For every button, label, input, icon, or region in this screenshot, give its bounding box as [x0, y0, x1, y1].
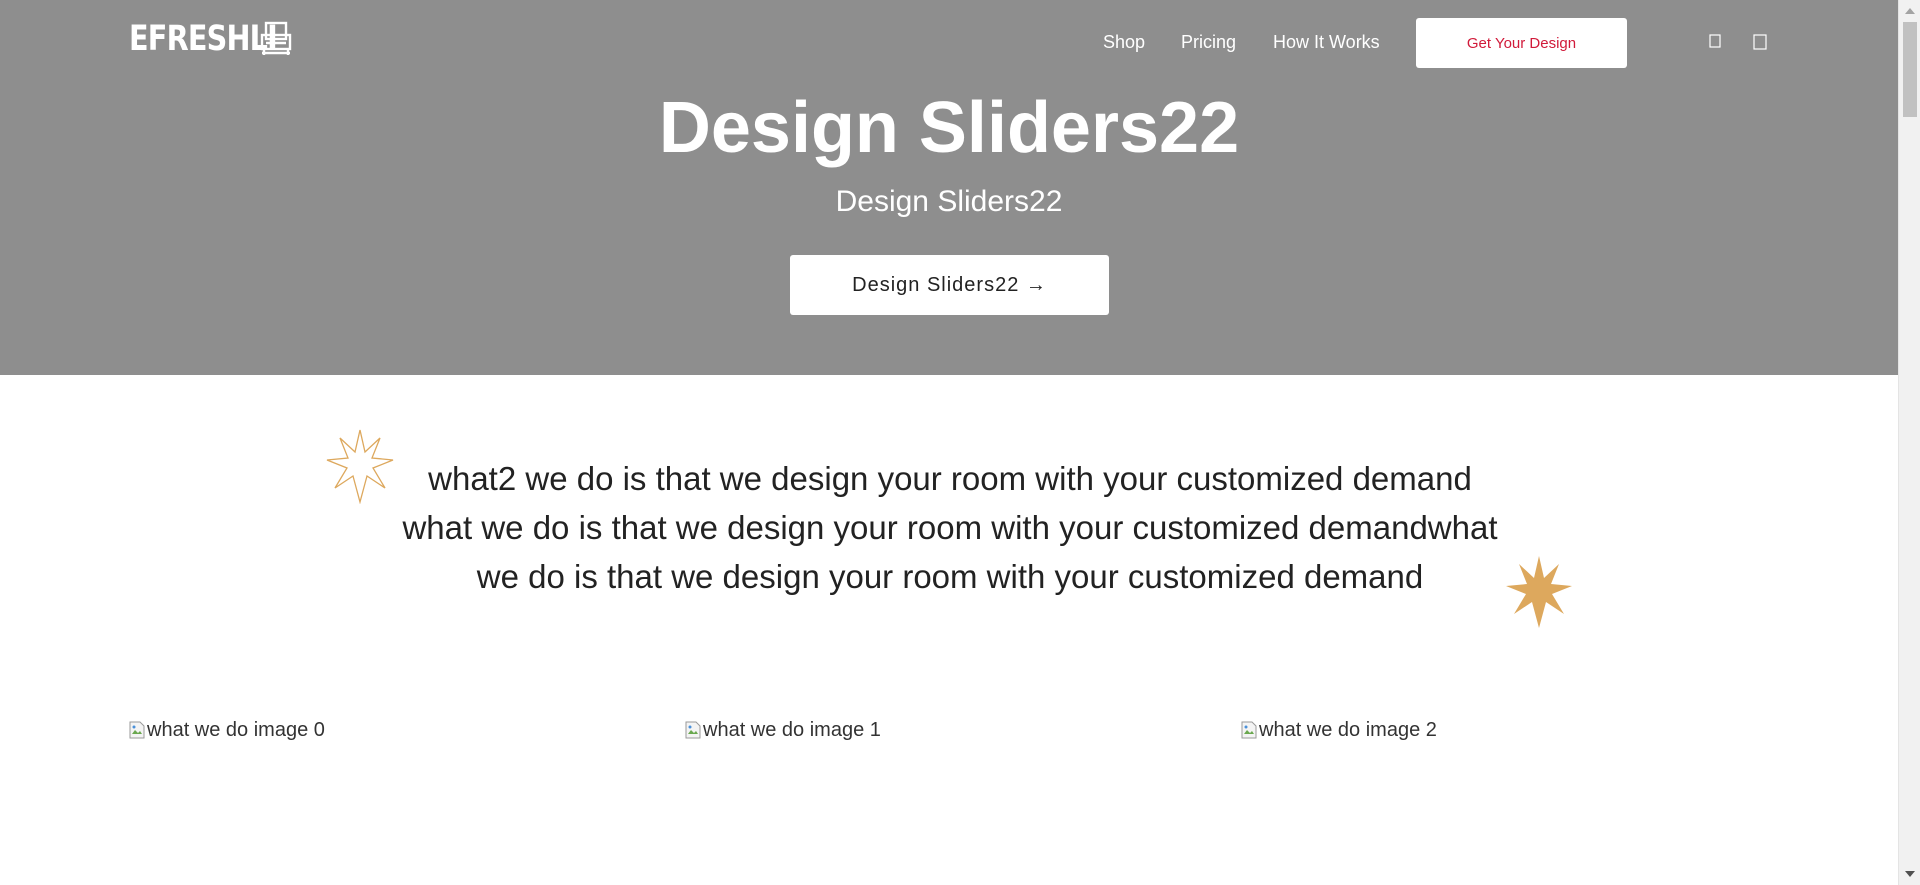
scroll-up-arrow-icon[interactable] — [1905, 8, 1915, 14]
broken-image-icon — [1241, 721, 1257, 739]
hero-section: EFRESHLI Shop Pricing How It Works Get Y… — [0, 0, 1898, 375]
star-solid-icon — [1506, 556, 1572, 628]
main-nav: Shop Pricing How It Works Get Your Desig… — [0, 18, 1898, 68]
hero-subtitle: Design Sliders22 — [835, 185, 1063, 218]
broken-image-icon — [129, 721, 145, 739]
cart-icon[interactable] — [1753, 34, 1769, 50]
image-alt-text: what we do image 1 — [703, 719, 881, 741]
broken-image-icon — [685, 721, 701, 739]
nav-pricing[interactable]: Pricing — [1181, 32, 1236, 52]
get-your-design-button[interactable]: Get Your Design — [1416, 18, 1627, 68]
nav-shop[interactable]: Shop — [1103, 32, 1145, 52]
nav-how-it-works[interactable]: How It Works — [1273, 32, 1380, 52]
hero-title: Design Sliders22 — [658, 88, 1240, 168]
page: EFRESHLI Shop Pricing How It Works Get Y… — [0, 0, 1898, 885]
user-icon[interactable] — [1709, 34, 1725, 50]
scroll-down-arrow-icon[interactable] — [1905, 871, 1915, 877]
what-we-do-image-1: what we do image 1 — [685, 718, 881, 742]
hero-cta-button[interactable]: Design Sliders22 → — [790, 255, 1109, 315]
what-we-do-image-2: what we do image 2 — [1241, 718, 1437, 742]
image-alt-text: what we do image 2 — [1259, 719, 1437, 741]
vertical-scrollbar[interactable] — [1898, 0, 1920, 885]
scroll-thumb[interactable] — [1903, 22, 1917, 117]
image-alt-text: what we do image 0 — [147, 719, 325, 741]
star-outline-icon — [326, 429, 394, 504]
what-we-do-text: what2 we do is that we design your room … — [402, 460, 1498, 595]
what-we-do-image-0: what we do image 0 — [129, 718, 325, 742]
